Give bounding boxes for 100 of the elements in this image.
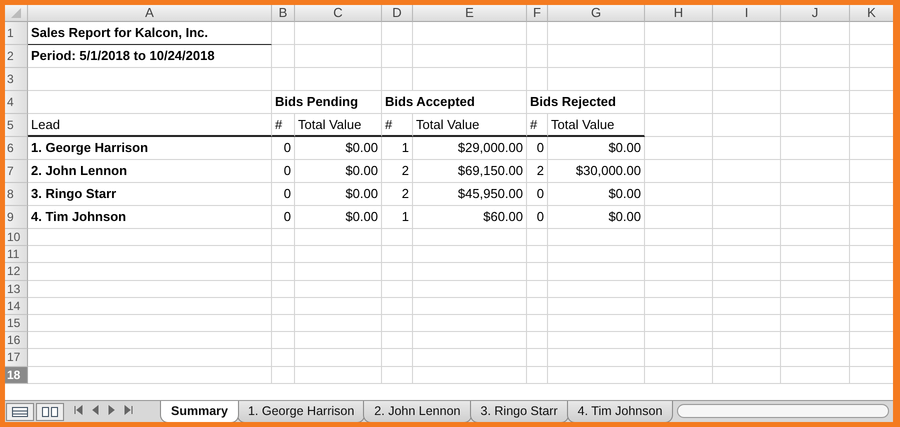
row-header[interactable]: 10	[5, 229, 28, 246]
sheet-tab[interactable]: 1. George Harrison	[236, 401, 366, 422]
sheet-tab[interactable]: Summary	[160, 401, 239, 422]
row-header[interactable]: 2	[5, 45, 28, 68]
horizontal-scrollbar[interactable]	[677, 404, 889, 418]
empty-cell	[382, 280, 413, 298]
empty-cell	[713, 349, 781, 366]
row-header[interactable]: 12	[5, 263, 28, 281]
empty-cell	[713, 183, 781, 206]
table-cell: $30,000.00	[548, 160, 645, 183]
sheet-tab[interactable]: 4. Tim Johnson	[566, 401, 674, 422]
column-header[interactable]: B	[272, 5, 295, 22]
empty-cell	[272, 366, 295, 384]
empty-cell	[713, 263, 781, 281]
first-sheet-icon[interactable]	[73, 405, 83, 415]
table-cell: 2	[527, 160, 548, 183]
table-cell: #	[527, 114, 548, 137]
empty-cell	[713, 246, 781, 264]
empty-cell	[382, 366, 413, 384]
table-cell: 0	[527, 137, 548, 160]
empty-cell	[645, 137, 713, 160]
empty-cell	[645, 160, 713, 183]
row-header[interactable]: 14	[5, 298, 28, 315]
table-cell: $0.00	[548, 137, 645, 160]
empty-cell	[713, 314, 781, 332]
column-header[interactable]: F	[527, 5, 548, 22]
empty-cell	[382, 332, 413, 350]
row-header[interactable]: 3	[5, 68, 28, 91]
table-cell: Period: 5/1/2018 to 10/24/2018	[28, 45, 272, 68]
column-header[interactable]: C	[295, 5, 382, 22]
empty-cell	[713, 206, 781, 229]
column-header[interactable]: E	[413, 5, 527, 22]
column-header[interactable]: G	[548, 5, 645, 22]
table-cell: $29,000.00	[413, 137, 527, 160]
empty-cell	[713, 91, 781, 114]
empty-cell	[272, 349, 295, 366]
table-cell: $0.00	[548, 206, 645, 229]
empty-cell	[713, 160, 781, 183]
empty-cell	[645, 22, 713, 45]
table-cell: Total Value	[413, 114, 527, 137]
table-cell: $0.00	[295, 160, 382, 183]
empty-cell	[527, 298, 548, 315]
table-cell: $45,950.00	[413, 183, 527, 206]
column-header[interactable]: J	[781, 5, 850, 22]
row-header[interactable]: 11	[5, 246, 28, 264]
next-sheet-icon[interactable]	[107, 405, 117, 415]
previous-sheet-icon[interactable]	[90, 405, 100, 415]
column-header[interactable]: D	[382, 5, 413, 22]
normal-view-button[interactable]	[6, 403, 34, 421]
row-header[interactable]: 5	[5, 114, 28, 137]
column-header[interactable]: K	[850, 5, 893, 22]
empty-cell	[781, 314, 850, 332]
empty-cell	[713, 229, 781, 246]
table-cell: Bids Pending	[272, 91, 382, 114]
row-header[interactable]: 6	[5, 137, 28, 160]
empty-cell	[713, 332, 781, 350]
column-header[interactable]: I	[713, 5, 781, 22]
page-layout-button[interactable]	[36, 403, 64, 421]
row-header[interactable]: 8	[5, 183, 28, 206]
row-header[interactable]: 18	[5, 366, 28, 384]
table-cell: Bids Rejected	[527, 91, 645, 114]
empty-cell	[781, 160, 850, 183]
empty-cell	[527, 314, 548, 332]
row-header[interactable]: 16	[5, 332, 28, 350]
row-header[interactable]: 9	[5, 206, 28, 229]
sheet-tab[interactable]: 3. Ringo Starr	[470, 401, 569, 422]
table-cell: 4. Tim Johnson	[28, 206, 272, 229]
empty-cell	[382, 263, 413, 281]
row-header[interactable]: 15	[5, 314, 28, 332]
empty-cell	[272, 68, 295, 91]
row-header[interactable]: 7	[5, 160, 28, 183]
sheet-tab[interactable]: 2. John Lennon	[363, 401, 472, 422]
column-header[interactable]: H	[645, 5, 713, 22]
table-cell: $0.00	[548, 183, 645, 206]
empty-cell	[527, 280, 548, 298]
row-header[interactable]: 17	[5, 349, 28, 366]
empty-cell	[382, 246, 413, 264]
table-cell: Lead	[28, 114, 272, 137]
row-header[interactable]: 4	[5, 91, 28, 114]
empty-cell	[781, 137, 850, 160]
empty-cell	[645, 229, 713, 246]
last-sheet-icon[interactable]	[124, 405, 134, 415]
empty-cell	[781, 229, 850, 246]
empty-cell	[382, 298, 413, 315]
empty-cell	[645, 68, 713, 91]
row-header[interactable]: 13	[5, 280, 28, 298]
empty-cell	[645, 314, 713, 332]
table-cell: 0	[272, 137, 295, 160]
column-header[interactable]: A	[28, 5, 272, 22]
empty-cell	[781, 263, 850, 281]
empty-cell	[272, 246, 295, 264]
empty-cell	[272, 263, 295, 281]
table-cell: 1	[382, 206, 413, 229]
empty-cell	[645, 366, 713, 384]
row-header[interactable]: 1	[5, 22, 28, 45]
table-cell: #	[272, 114, 295, 137]
empty-cell	[713, 366, 781, 384]
empty-cell	[382, 22, 413, 45]
empty-cell	[645, 91, 713, 114]
empty-cell	[382, 68, 413, 91]
